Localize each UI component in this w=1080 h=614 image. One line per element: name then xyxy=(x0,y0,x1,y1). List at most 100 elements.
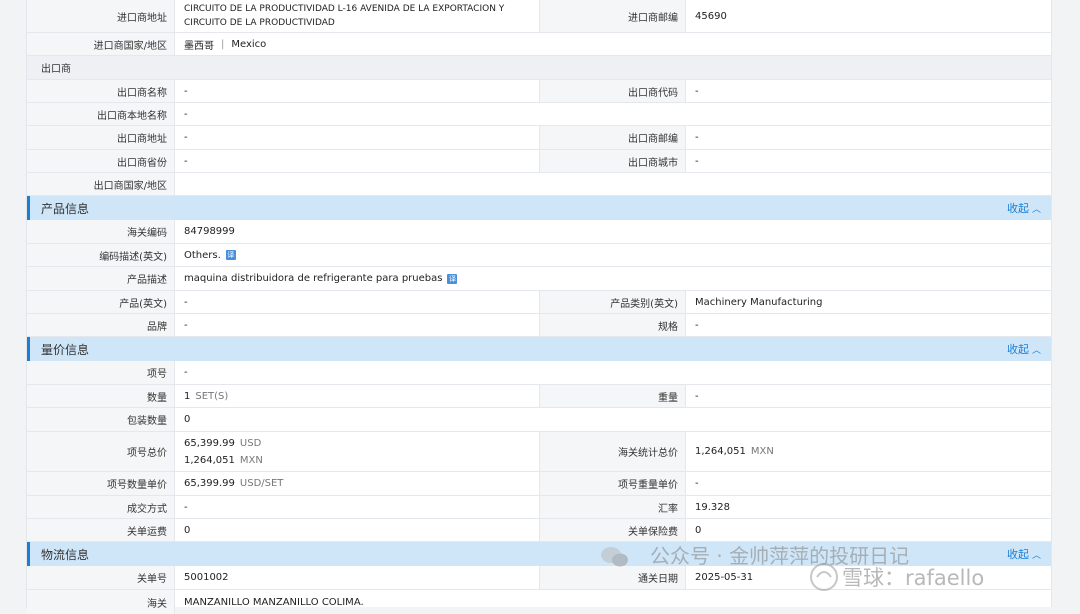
detail-panel: 进口商地址 CIRCUITO DE LA PRODUCTIVIDAD L-16 … xyxy=(26,0,1052,614)
total-price-mxn-unit: MXN xyxy=(239,454,263,466)
product-desc-value: maquina distribuidora de refrigerante pa… xyxy=(175,267,1051,290)
quantity-value: 1 SET(S) xyxy=(175,385,539,407)
product-section-title: 产品信息 xyxy=(41,201,90,216)
importer-country-cn: 墨西哥 xyxy=(184,40,214,52)
brand-row: 品牌 - 规格 - xyxy=(27,314,1051,337)
insurance-value: 0 xyxy=(695,524,702,536)
decl-no-row: 关单号 5001002 通关日期 2025-05-31 xyxy=(27,566,1051,590)
translate-icon[interactable]: 译 xyxy=(225,250,236,260)
exporter-country-label: 出口商国家/地区 xyxy=(27,173,175,195)
weight-label: 重量 xyxy=(539,385,686,407)
translate-icon[interactable]: 译 xyxy=(447,273,458,284)
clear-date-label: 通关日期 xyxy=(539,566,686,589)
customs-value: MANZANILLO MANZANILLO COLIMA. xyxy=(184,596,364,608)
exporter-city-label: 出口商城市 xyxy=(539,150,686,172)
quantity-row: 数量 1 SET(S) 重量 - xyxy=(27,385,1051,408)
freight-row: 关单运费 0 关单保险费 0 xyxy=(27,519,1051,542)
exporter-name-row: 出口商名称 - 出口商代码 - xyxy=(27,80,1051,103)
quantity-label: 数量 xyxy=(27,385,175,407)
importer-postcode-label: 进口商邮编 xyxy=(539,0,686,32)
logistics-collapse-button[interactable]: 收起 ︿ xyxy=(1007,542,1041,566)
exporter-postcode-value: - xyxy=(695,132,699,143)
section-accent-bar xyxy=(27,337,30,361)
quantity-unit: SET(S) xyxy=(195,390,229,402)
code-desc-text: Others. xyxy=(184,249,221,261)
customs-total-label: 海关统计总价 xyxy=(539,432,686,471)
product-en-label: 产品(英文) xyxy=(27,291,175,313)
exporter-postcode-label: 出口商邮编 xyxy=(539,126,686,149)
total-price-row: 项号总价 65,399.99 USD 1,264,051 MXN 海关统计总价 1,… xyxy=(27,432,1051,472)
importer-address-row: 进口商地址 CIRCUITO DE LA PRODUCTIVIDAD L-16 … xyxy=(27,0,1051,33)
exporter-province-label: 出口商省份 xyxy=(27,150,175,172)
customs-total-amount: 1,264,051 xyxy=(695,446,746,457)
hs-code-row: 海关编码 84798999 xyxy=(27,220,1051,244)
packages-value: 0 xyxy=(184,414,191,425)
insurance-label: 关单保险费 xyxy=(539,519,686,541)
freight-label: 关单运费 xyxy=(27,519,175,541)
collapse-label: 收起 xyxy=(1006,343,1029,356)
collapse-label: 收起 xyxy=(1006,548,1029,561)
exporter-name-value: - xyxy=(184,85,188,97)
total-price-mxn-amount: 1,264,051 xyxy=(184,454,235,466)
weight-price-label: 项号重量单价 xyxy=(539,472,686,495)
exporter-country-value xyxy=(175,173,1051,195)
product-en-row: 产品(英文) - 产品类别(英文) Machinery Manufacturin… xyxy=(27,291,1051,314)
item-no-value: - xyxy=(184,367,188,378)
product-collapse-button[interactable]: 收起 ︿ xyxy=(1007,196,1041,220)
total-price-usd: 65,399.99 USD xyxy=(184,435,261,452)
quantity-number: 1 xyxy=(184,390,191,402)
section-accent-bar xyxy=(27,542,30,566)
chevron-up-icon: ︿ xyxy=(1031,550,1041,561)
total-price-value: 65,399.99 USD 1,264,051 MXN xyxy=(175,432,539,471)
logistics-section-title: 物流信息 xyxy=(41,547,90,562)
exporter-code-label: 出口商代码 xyxy=(539,80,686,102)
brand-value: - xyxy=(184,319,188,331)
incoterm-label: 成交方式 xyxy=(27,496,175,518)
unit-price-unit: USD/SET xyxy=(239,478,284,489)
brand-label: 品牌 xyxy=(27,314,175,336)
customs-total-value: 1,264,051 MXN xyxy=(686,432,1051,471)
freight-value: 0 xyxy=(184,524,191,536)
exporter-subheading: 出口商 xyxy=(27,56,1051,80)
logistics-section-header: 物流信息 收起 ︿ xyxy=(27,542,1051,566)
incoterm-row: 成交方式 - 汇率 19.328 xyxy=(27,496,1051,519)
importer-country-label: 进口商国家/地区 xyxy=(27,33,175,55)
product-desc-label: 产品描述 xyxy=(27,267,175,290)
packages-label: 包装数量 xyxy=(27,408,175,431)
qty-price-section-header: 量价信息 收起 ︿ xyxy=(27,337,1051,361)
code-desc-value: Others. 译 xyxy=(175,244,1051,266)
importer-address-value: CIRCUITO DE LA PRODUCTIVIDAD L-16 AVENID… xyxy=(175,0,539,32)
customs-total-unit: MXN xyxy=(750,446,774,457)
customs-label: 海关 xyxy=(27,590,175,614)
exporter-city-value: - xyxy=(695,155,699,167)
spec-value: - xyxy=(695,319,699,331)
qty-price-collapse-button[interactable]: 收起 ︿ xyxy=(1007,337,1041,361)
clear-date-value: 2025-05-31 xyxy=(695,572,754,583)
decl-no-label: 关单号 xyxy=(27,566,175,589)
qty-price-section-title: 量价信息 xyxy=(41,342,90,357)
exporter-name-label: 出口商名称 xyxy=(27,80,175,102)
importer-address-line1: CIRCUITO DE LA PRODUCTIVIDAD L-16 AVENID… xyxy=(184,4,505,14)
chevron-up-icon: ︿ xyxy=(1031,345,1041,356)
importer-country-en: Mexico xyxy=(231,38,267,50)
exchange-rate-label: 汇率 xyxy=(539,496,686,518)
exporter-address-label: 出口商地址 xyxy=(27,126,175,149)
product-desc-text: maquina distribuidora de refrigerante pa… xyxy=(184,273,443,284)
unit-price-value: 65,399.99 USD/SET xyxy=(175,472,539,495)
exporter-province-row: 出口商省份 - 出口商城市 - xyxy=(27,150,1051,173)
unit-price-row: 项号数量单价 65,399.99 USD/SET 项号重量单价 - xyxy=(27,472,1051,496)
weight-price-value: - xyxy=(695,478,699,489)
exporter-local-name-label: 出口商本地名称 xyxy=(27,103,175,125)
code-desc-row: 编码描述(英文) Others. 译 xyxy=(27,244,1051,267)
importer-address-label: 进口商地址 xyxy=(27,0,175,32)
exchange-rate-value: 19.328 xyxy=(695,501,730,513)
unit-price-label: 项号数量单价 xyxy=(27,472,175,495)
importer-address-line2: CIRCUITO DE LA PRODUCTIVIDAD xyxy=(184,18,335,28)
exporter-address-row: 出口商地址 - 出口商邮编 - xyxy=(27,126,1051,150)
importer-country-row: 进口商国家/地区 墨西哥 | Mexico xyxy=(27,33,1051,56)
product-section-header: 产品信息 收起 ︿ xyxy=(27,196,1051,220)
chevron-up-icon: ︿ xyxy=(1031,204,1041,215)
hs-code-label: 海关编码 xyxy=(27,220,175,243)
item-no-row: 项号 - xyxy=(27,361,1051,385)
decl-no-value: 5001002 xyxy=(184,572,229,583)
